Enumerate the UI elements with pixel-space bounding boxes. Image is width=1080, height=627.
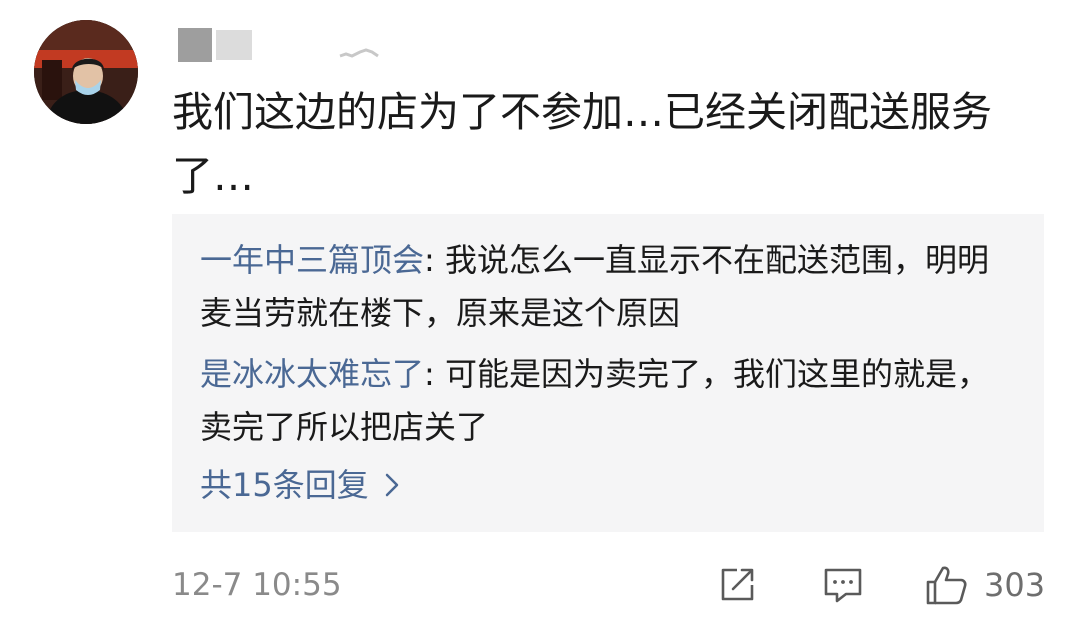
share-button[interactable] [717,560,757,610]
avatar[interactable] [34,20,138,124]
like-count: 303 [984,566,1046,604]
username-redacted[interactable] [178,28,418,66]
reply-item[interactable]: 是冰冰太难忘了: 可能是因为卖完了，我们这里的就是，卖完了所以把店关了 [200,348,1020,454]
reply-author[interactable]: 是冰冰太难忘了 [200,355,424,393]
replies-panel[interactable]: 一年中三篇顶会: 我说怎么一直显示不在配送范围，明明麦当劳就在楼下，原来是这个原… [172,214,1044,532]
view-more-replies-link[interactable]: 共15条回复 [200,462,401,508]
comment-footer: 12-7 10:55 303 [172,560,1052,610]
thumbs-up-icon [926,566,967,605]
reply-separator: : [424,241,445,279]
redaction-block [339,48,379,58]
reply-item[interactable]: 一年中三篇顶会: 我说怎么一直显示不在配送范围，明明麦当劳就在楼下，原来是这个原… [200,234,1020,340]
like-button[interactable]: 303 [924,560,1045,610]
timestamp: 12-7 10:55 [172,567,342,603]
redaction-block [178,28,212,62]
reply-author[interactable]: 一年中三篇顶会 [200,241,424,279]
comment-button[interactable] [822,560,864,610]
comment-icon [824,568,862,603]
more-replies-label: 共15条回复 [200,466,369,504]
reply-separator: : [424,355,445,393]
chevron-right-icon [385,473,398,497]
avatar-image [34,20,138,124]
share-icon [721,568,754,601]
redaction-block [216,30,252,60]
comment-text: 我们这边的店为了不参加…已经关闭配送服务了… [172,88,992,200]
